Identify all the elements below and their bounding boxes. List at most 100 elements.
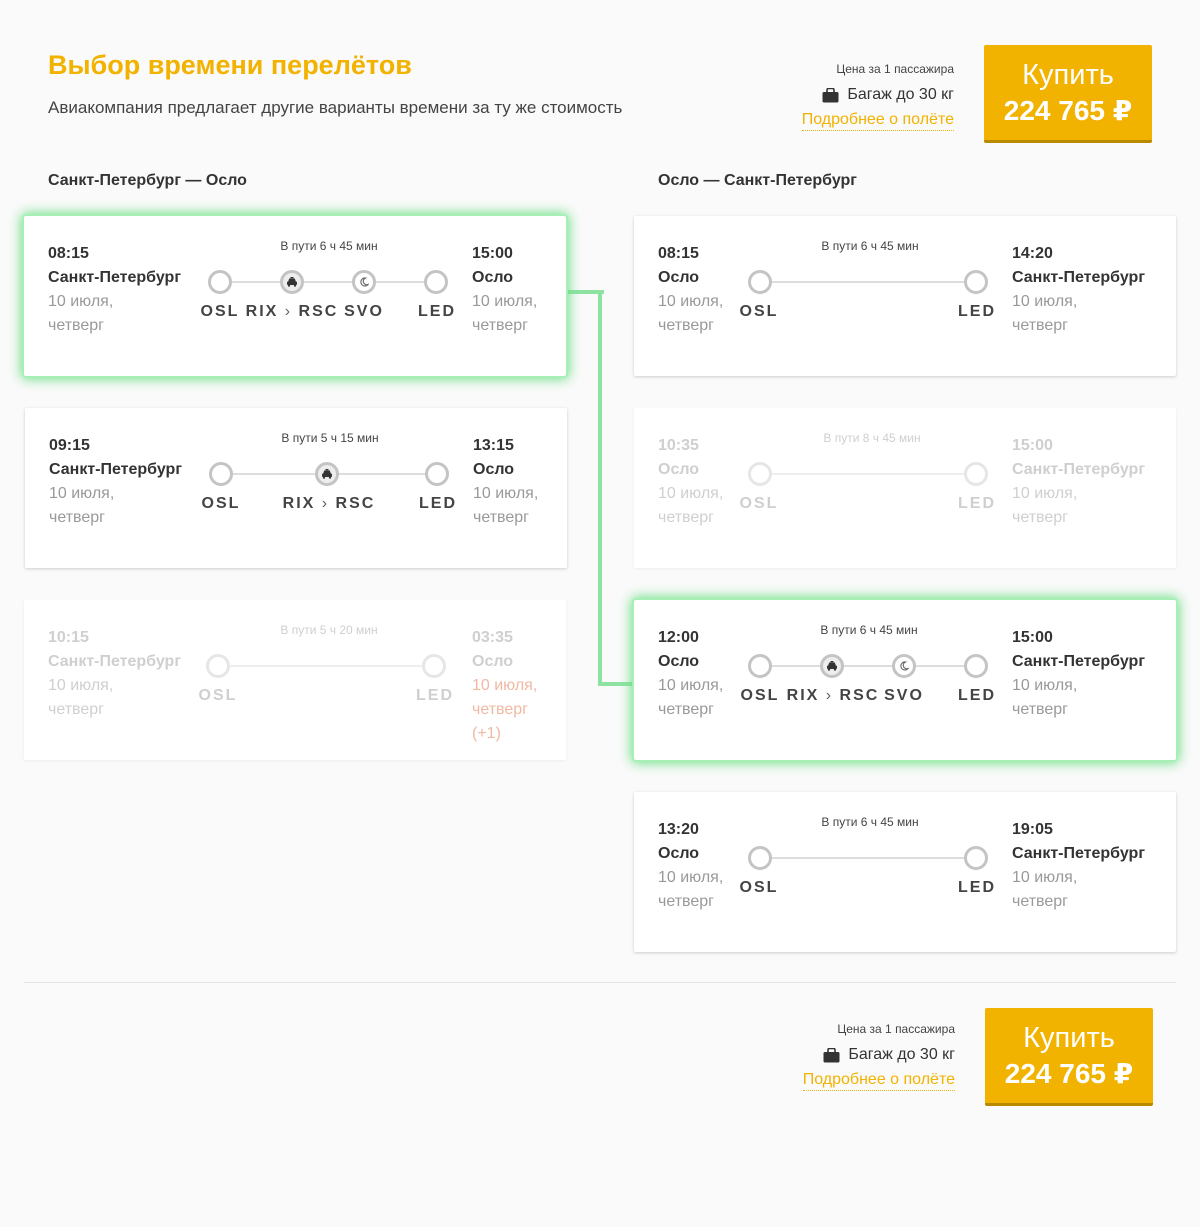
destination-stop-marker <box>424 270 448 294</box>
moon-icon <box>360 277 369 287</box>
airport-code: LED <box>418 303 456 320</box>
airport-code: OSL <box>198 687 238 704</box>
stop-marker-transfer <box>820 654 844 678</box>
airport-code: LED <box>419 495 457 512</box>
airport-code: OSL <box>739 879 779 896</box>
origin-stop-marker <box>209 462 233 486</box>
arrival-time: 15:00 <box>1012 629 1053 646</box>
stop-marker-overnight <box>892 654 916 678</box>
buy-button-price: 224 765 ₽ <box>1004 1058 1134 1089</box>
departure-city: Санкт-Петербург <box>49 461 182 478</box>
transfer-separator-icon: › <box>278 303 299 320</box>
departure-city: Осло <box>658 653 700 670</box>
departure-date: 10 июля, <box>658 485 724 502</box>
departure-info: 08:15 Санкт-Петербург 10 июля, четверг <box>48 242 198 338</box>
taxi-icon <box>287 277 297 287</box>
moon-icon <box>900 661 909 671</box>
price-per-passenger-label: Цена за 1 пассажира <box>837 1022 955 1036</box>
buy-button[interactable]: Купить 224 765 ₽ <box>985 1008 1153 1106</box>
airport-code: SVO <box>884 687 924 704</box>
arrival-date: 10 июля, <box>472 293 538 310</box>
arrival-date: 10 июля, <box>1012 485 1078 502</box>
departure-weekday: четверг <box>658 317 714 334</box>
buy-button-label: Купить <box>1023 1022 1115 1054</box>
arrival-city: Санкт-Петербург <box>1012 461 1145 478</box>
airport-code: SVO <box>344 303 384 320</box>
purchase-meta: Цена за 1 пассажира Багаж до 30 кг Подро… <box>801 45 954 131</box>
arrival-weekday: четверг <box>1012 701 1068 718</box>
airport-code: LED <box>958 879 996 896</box>
section-divider <box>24 982 1176 983</box>
arrival-weekday: четверг <box>1012 509 1068 526</box>
flight-details-link[interactable]: Подробнее о полёте <box>801 111 954 131</box>
airport-code: RIX <box>786 687 820 704</box>
baggage-label: Багаж до 30 кг <box>847 86 954 103</box>
purchase-box-top: Цена за 1 пассажира Багаж до 30 кг Подро… <box>772 45 1152 155</box>
destination-stop-marker <box>425 462 449 486</box>
arrival-city: Осло <box>473 461 515 478</box>
arrival-date: 10 июля, <box>1012 293 1078 310</box>
departure-info: 10:15 Санкт-Петербург 10 июля, четверг <box>48 626 198 722</box>
page-subtitle: Авиакомпания предлагает другие варианты … <box>48 98 623 117</box>
arrival-info: 19:05 Санкт-Петербург 10 июля, четверг <box>1012 818 1162 914</box>
buy-button[interactable]: Купить 224 765 ₽ <box>984 45 1152 143</box>
stop-marker-transfer <box>315 462 339 486</box>
arrival-date: 10 июля, <box>1012 677 1078 694</box>
purchase-box-bottom: Цена за 1 пассажира Багаж до 30 кг Подро… <box>773 1008 1153 1118</box>
departure-weekday: четверг <box>658 893 714 910</box>
arrival-info: 15:00 Санкт-Петербург 10 июля, четверг <box>1012 434 1162 530</box>
airport-code: OSL <box>739 495 779 512</box>
purchase-meta: Цена за 1 пассажира Багаж до 30 кг Подро… <box>802 1008 955 1091</box>
departure-date: 10 июля, <box>48 293 114 310</box>
buy-button-label: Купить <box>1022 59 1114 91</box>
arrival-weekday: четверг <box>473 509 529 526</box>
route-line <box>760 665 976 667</box>
departure-city: Осло <box>658 269 700 286</box>
outbound-flight-option-unavailable: 10:15 Санкт-Петербург 10 июля, четверг В… <box>24 600 566 760</box>
baggage-icon <box>822 87 839 102</box>
baggage-info: Багаж до 30 кг <box>803 1044 955 1066</box>
origin-stop-marker <box>748 270 772 294</box>
departure-weekday: четверг <box>658 509 714 526</box>
departure-date: 10 июля, <box>658 869 724 886</box>
arrival-time: 15:00 <box>472 245 513 262</box>
inbound-flight-option[interactable]: 13:20 Осло 10 июля, четверг В пути 6 ч 4… <box>634 792 1176 952</box>
departure-weekday: четверг <box>48 701 104 718</box>
arrival-info: 14:20 Санкт-Петербург 10 июля, четверг <box>1012 242 1162 338</box>
arrival-time: 14:20 <box>1012 245 1053 262</box>
departure-info: 12:00 Осло 10 июля, четверг <box>658 626 808 722</box>
transfer-separator-icon: › <box>819 687 840 704</box>
origin-stop-marker <box>748 462 772 486</box>
arrival-weekday: четверг <box>1012 317 1068 334</box>
transfer-airports: RIX › RSC <box>246 303 339 321</box>
departure-weekday: четверг <box>49 509 105 526</box>
outbound-flight-option[interactable]: 09:15 Санкт-Петербург 10 июля, четверг В… <box>25 408 567 568</box>
arrival-city: Осло <box>472 653 514 670</box>
airport-code: LED <box>416 687 454 704</box>
departure-info: 10:35 Осло 10 июля, четверг <box>658 434 808 530</box>
flight-details-link[interactable]: Подробнее о полёте <box>802 1071 955 1091</box>
arrival-city: Санкт-Петербург <box>1012 269 1145 286</box>
baggage-icon <box>823 1047 840 1062</box>
baggage-label: Багаж до 30 кг <box>848 1046 955 1063</box>
route-line <box>760 281 976 283</box>
arrival-weekday: четверг <box>472 317 528 334</box>
departure-weekday: четверг <box>658 701 714 718</box>
transfer-airports: RIX › RSC <box>283 495 376 513</box>
airport-code: RIX <box>282 495 316 512</box>
taxi-icon <box>827 661 837 671</box>
departure-info: 08:15 Осло 10 июля, четверг <box>658 242 808 338</box>
arrival-date: 10 июля, <box>1012 869 1078 886</box>
inbound-flight-option[interactable]: 08:15 Осло 10 июля, четверг В пути 6 ч 4… <box>634 216 1176 376</box>
route-line <box>218 665 434 667</box>
destination-stop-marker <box>964 270 988 294</box>
inbound-flight-option[interactable]: 12:00 Осло 10 июля, четверг В пути 6 ч 4… <box>634 600 1176 760</box>
departure-weekday: четверг <box>48 317 104 334</box>
outbound-flight-option[interactable]: 08:15 Санкт-Петербург 10 июля, четверг В… <box>24 216 566 376</box>
arrival-date: 10 июля, <box>473 485 539 502</box>
outbound-route-title: Санкт-Петербург — Осло <box>48 172 247 189</box>
transfer-airports: RIX › RSC <box>787 687 880 705</box>
airport-code: OSL <box>740 687 780 704</box>
airport-code: LED <box>958 495 996 512</box>
route-line <box>220 281 436 283</box>
